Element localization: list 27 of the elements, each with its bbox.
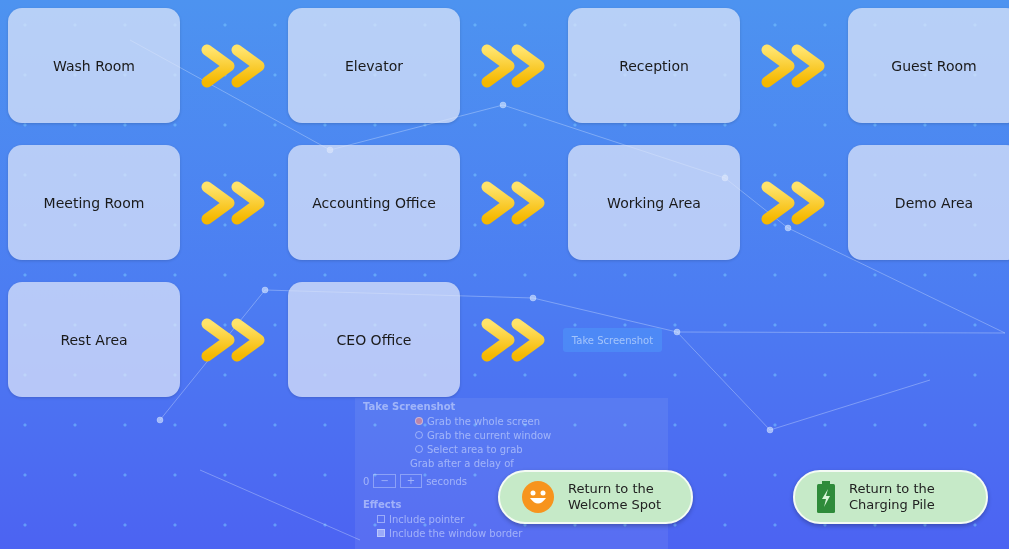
station-card[interactable]: Working Area (568, 145, 740, 260)
station-card[interactable]: Accounting Office (288, 145, 460, 260)
option-label: Grab the whole screen (427, 415, 541, 427)
station-card[interactable]: Wash Room (8, 8, 180, 123)
station-card[interactable]: CEO Office (288, 282, 460, 397)
station-card[interactable]: Guest Room (848, 8, 1009, 123)
smiley-icon (522, 481, 554, 513)
checkbox[interactable] (377, 529, 385, 537)
station-card[interactable]: Elevator (288, 8, 460, 123)
dialog-title: Take Screenshot (363, 400, 456, 414)
checkbox-label: Include the window border (389, 527, 523, 539)
checkbox[interactable] (377, 515, 385, 523)
checkbox-label: Include pointer (389, 513, 465, 525)
section-title: Effects (363, 498, 402, 512)
delay-unit: seconds (426, 475, 468, 487)
battery-charging-icon (817, 481, 835, 513)
station-card[interactable]: Rest Area (8, 282, 180, 397)
delay-label: Grab after a delay of (410, 457, 514, 469)
station-card[interactable]: Meeting Room (8, 145, 180, 260)
option-label: Select area to grab (427, 443, 523, 455)
return-button[interactable]: Return to the Welcome Spot (498, 470, 693, 524)
station-card[interactable]: Demo Area (848, 145, 1009, 260)
delay-value: 0 (363, 475, 370, 487)
station-card[interactable]: Reception (568, 8, 740, 123)
option-label: Grab the current window (427, 429, 552, 441)
radio-button[interactable] (415, 417, 423, 425)
return-button[interactable]: Return to the Charging Pile (793, 470, 988, 524)
